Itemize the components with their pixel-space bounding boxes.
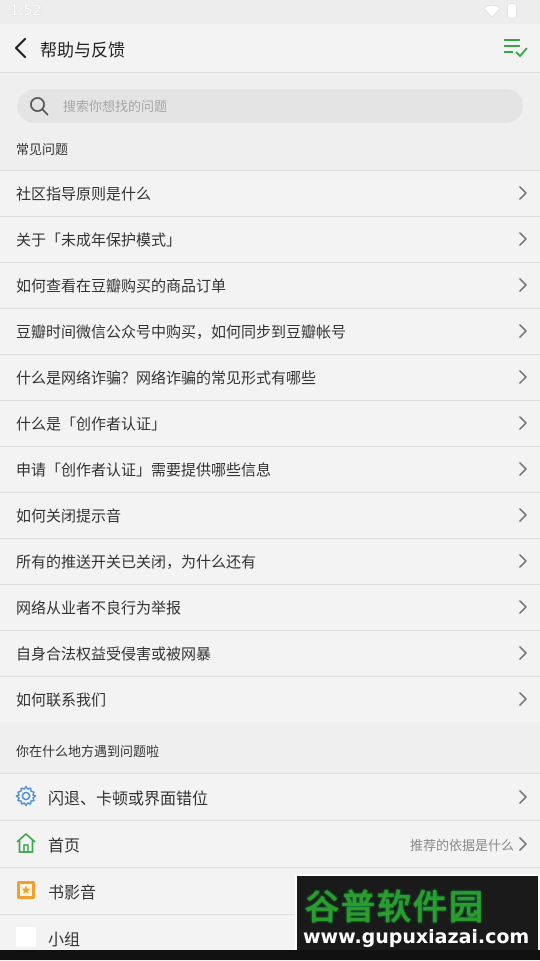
faq-item[interactable]: 什么是网络诈骗？网络诈骗的常见形式有哪些 [0,354,540,400]
faq-item[interactable]: 社区指导原则是什么 [0,170,540,216]
problem-area-hint: 推荐的依据是什么 [409,838,514,854]
star-box-icon [17,881,35,899]
faq-item[interactable]: 如何关闭提示音 [0,492,540,538]
wifi-icon [484,5,500,17]
chevron-right-icon [519,324,527,338]
where-section-title: 你在什么地方遇到问题啦 [16,745,160,760]
chevron-right-icon [519,370,527,384]
faq-item[interactable]: 豆瓣时间微信公众号中购买，如何同步到豆瓣帐号 [0,308,540,354]
chevron-right-icon [519,646,527,660]
home-icon [16,833,36,853]
faq-item-label: 自身合法权益受侵害或被网暴 [16,645,212,663]
chevron-right-icon [519,837,527,851]
battery-icon [508,4,516,18]
faq-item[interactable]: 关于「未成年保护模式」 [0,216,540,262]
navigation-bar [0,950,540,960]
problem-area-item[interactable]: 闪退、卡顿或界面错位 [0,773,540,820]
faq-list: 社区指导原则是什么关于「未成年保护模式」如何查看在豆瓣购买的商品订单豆瓣时间微信… [0,170,540,722]
chevron-right-icon [519,554,527,568]
faq-item[interactable]: 所有的推送开关已关闭，为什么还有 [0,538,540,584]
status-bar: 1:52 [0,0,540,24]
faq-item-label: 如何关闭提示音 [16,507,122,525]
chevron-right-icon [519,508,527,522]
faq-item-label: 网络从业者不良行为举报 [16,599,182,617]
back-arrow-icon[interactable] [10,36,34,60]
faq-item-label: 如何查看在豆瓣购买的商品订单 [16,277,227,295]
gear-icon [15,785,37,807]
chevron-right-icon [519,692,527,706]
faq-item-label: 豆瓣时间微信公众号中购买，如何同步到豆瓣帐号 [16,323,347,341]
search-bar[interactable] [17,89,523,125]
problem-area-label: 小组 [48,930,81,949]
group-icon [16,927,36,947]
page-title: 帮助与反馈 [40,41,125,61]
faq-item-label: 社区指导原则是什么 [16,185,152,203]
chevron-right-icon [519,232,527,246]
search-icon [30,97,49,116]
header: 帮助与反馈 [0,24,540,73]
faq-item[interactable]: 如何查看在豆瓣购买的商品订单 [0,262,540,308]
chevron-right-icon [519,462,527,476]
faq-item[interactable]: 什么是「创作者认证」 [0,400,540,446]
faq-item-label: 什么是网络诈骗？网络诈骗的常见形式有哪些 [16,369,317,387]
faq-item[interactable]: 如何联系我们 [0,676,540,722]
faq-section-title: 常见问题 [16,143,69,158]
faq-item-label: 什么是「创作者认证」 [16,415,167,433]
faq-item[interactable]: 申请「创作者认证」需要提供哪些信息 [0,446,540,492]
chevron-right-icon [519,790,527,804]
chevron-right-icon [519,186,527,200]
faq-item-label: 关于「未成年保护模式」 [16,231,182,249]
problem-area-item[interactable]: 首页 推荐的依据是什么 [0,820,540,867]
faq-item[interactable]: 网络从业者不良行为举报 [0,584,540,630]
watermark-logo: 谷普软件园 www.gupuxiazai.com [295,874,540,956]
search-area [0,73,540,133]
watermark-title: 谷普软件园 [305,888,485,928]
chevron-right-icon [519,600,527,614]
faq-item-label: 申请「创作者认证」需要提供哪些信息 [16,461,272,479]
status-icons [484,4,516,18]
faq-item[interactable]: 自身合法权益受侵害或被网暴 [0,630,540,676]
watermark-url: www.gupuxiazai.com [303,926,530,948]
faq-item-label: 如何联系我们 [16,691,107,709]
problem-area-label: 书影音 [48,883,97,902]
feedback-list-icon[interactable] [502,36,528,60]
status-time: 1:52 [10,3,42,19]
problem-area-label: 首页 [48,836,81,855]
chevron-right-icon [519,416,527,430]
problem-area-label: 闪退、卡顿或界面错位 [48,789,209,808]
search-input[interactable] [61,89,505,125]
faq-item-label: 所有的推送开关已关闭，为什么还有 [16,553,257,571]
chevron-right-icon [519,278,527,292]
